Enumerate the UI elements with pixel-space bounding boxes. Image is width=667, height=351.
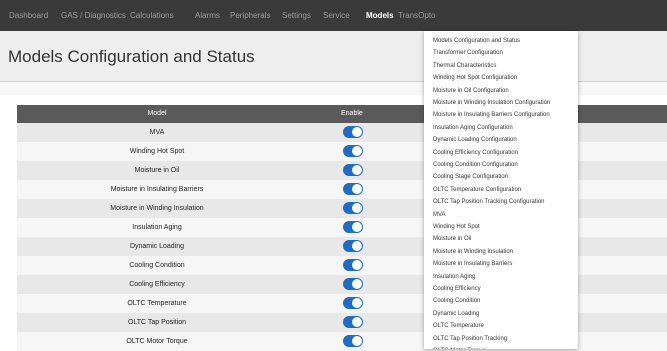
column-header-enable: Enable — [341, 110, 363, 117]
dropdown-item[interactable]: MVA — [433, 211, 446, 219]
dropdown-item[interactable]: Insulation Aging Configuration — [433, 124, 513, 132]
nav-gas-diagnostics[interactable]: GAS / Diagnostics — [61, 0, 126, 31]
nav-models[interactable]: Models — [366, 0, 394, 31]
model-name: Moisture in Winding Insulation — [110, 205, 204, 212]
dropdown-item[interactable]: Moisture in Insulating Barriers — [433, 260, 512, 268]
dropdown-item[interactable]: Moisture in Insulating Barriers Configur… — [433, 111, 550, 119]
enable-toggle[interactable] — [343, 164, 363, 176]
model-name: Cooling Condition — [129, 262, 185, 269]
dropdown-item[interactable]: Models Configuration and Status — [433, 37, 520, 45]
enable-toggle[interactable] — [343, 297, 363, 309]
nav-dashboard[interactable]: Dashboard — [9, 0, 48, 31]
dropdown-item[interactable]: OLTC Tap Position Tracking Configuration — [433, 198, 545, 206]
dropdown-item[interactable]: Thermal Characteristics — [433, 62, 496, 70]
column-header-model: Model — [147, 110, 167, 117]
dropdown-item[interactable]: Cooling Condition — [433, 297, 480, 305]
enable-toggle[interactable] — [343, 145, 363, 157]
dropdown-item[interactable]: Cooling Efficiency — [433, 285, 481, 293]
dropdown-item[interactable]: Winding Hot Spot Configuration — [433, 74, 517, 82]
page-title: Models Configuration and Status — [8, 47, 255, 66]
dropdown-item[interactable]: Cooling Stage Configuration — [433, 173, 508, 181]
dropdown-item[interactable]: Dynamic Loading — [433, 310, 479, 318]
nav-transopto[interactable]: TransOpto — [398, 0, 436, 31]
model-name: OLTC Motor Torque — [126, 338, 188, 345]
dropdown-item[interactable]: Transformer Configuration — [433, 49, 503, 57]
nav-alarms[interactable]: Alarms — [195, 0, 220, 31]
nav-peripherals[interactable]: Peripherals — [230, 0, 270, 31]
dropdown-item[interactable]: OLTC Temperature — [433, 322, 484, 330]
model-name: Moisture in Insulating Barriers — [110, 186, 204, 193]
dropdown-item[interactable]: Insulation Aging — [433, 273, 475, 281]
dropdown-item[interactable]: Moisture in Oil — [433, 235, 471, 243]
enable-toggle[interactable] — [343, 202, 363, 214]
enable-toggle[interactable] — [343, 335, 363, 347]
enable-toggle[interactable] — [343, 259, 363, 271]
enable-toggle[interactable] — [343, 316, 363, 328]
dropdown-item[interactable]: Cooling Condition Configuration — [433, 161, 518, 169]
model-name: Winding Hot Spot — [129, 148, 185, 155]
nav-service[interactable]: Service — [323, 0, 350, 31]
top-navbar: Dashboard GAS / Diagnostics Calculations… — [0, 0, 667, 31]
dropdown-item[interactable]: OLTC Temperature Configuration — [433, 186, 521, 194]
dropdown-item[interactable]: Moisture in Winding Insulation — [433, 248, 513, 256]
model-name: Insulation Aging — [132, 224, 182, 231]
dropdown-item[interactable]: Cooling Efficiency Configuration — [433, 149, 518, 157]
model-name: OLTC Tap Position — [127, 319, 187, 326]
enable-toggle[interactable] — [343, 221, 363, 233]
enable-toggle[interactable] — [343, 183, 363, 195]
nav-settings[interactable]: Settings — [282, 0, 311, 31]
dropdown-item[interactable]: OLTC Tap Position Tracking — [433, 335, 507, 343]
models-dropdown-menu: Models Configuration and Status Transform… — [424, 31, 578, 349]
dropdown-item[interactable]: Moisture in Winding Insulation Configura… — [433, 99, 550, 107]
nav-calculations[interactable]: Calculations — [130, 0, 174, 31]
enable-toggle[interactable] — [343, 126, 363, 138]
model-name: OLTC Temperature — [127, 300, 187, 307]
dropdown-item[interactable]: Moisture in Oil Configuration — [433, 87, 509, 95]
model-name: MVA — [149, 129, 165, 136]
enable-toggle[interactable] — [343, 240, 363, 252]
dropdown-item[interactable]: Dynamic Loading Configuration — [433, 136, 517, 144]
model-name: Cooling Efficiency — [129, 281, 185, 288]
enable-toggle[interactable] — [343, 278, 363, 290]
dropdown-item[interactable]: Winding Hot Spot — [433, 223, 480, 231]
model-name: Dynamic Loading — [129, 243, 185, 250]
model-name: Moisture in Oil — [134, 167, 180, 174]
